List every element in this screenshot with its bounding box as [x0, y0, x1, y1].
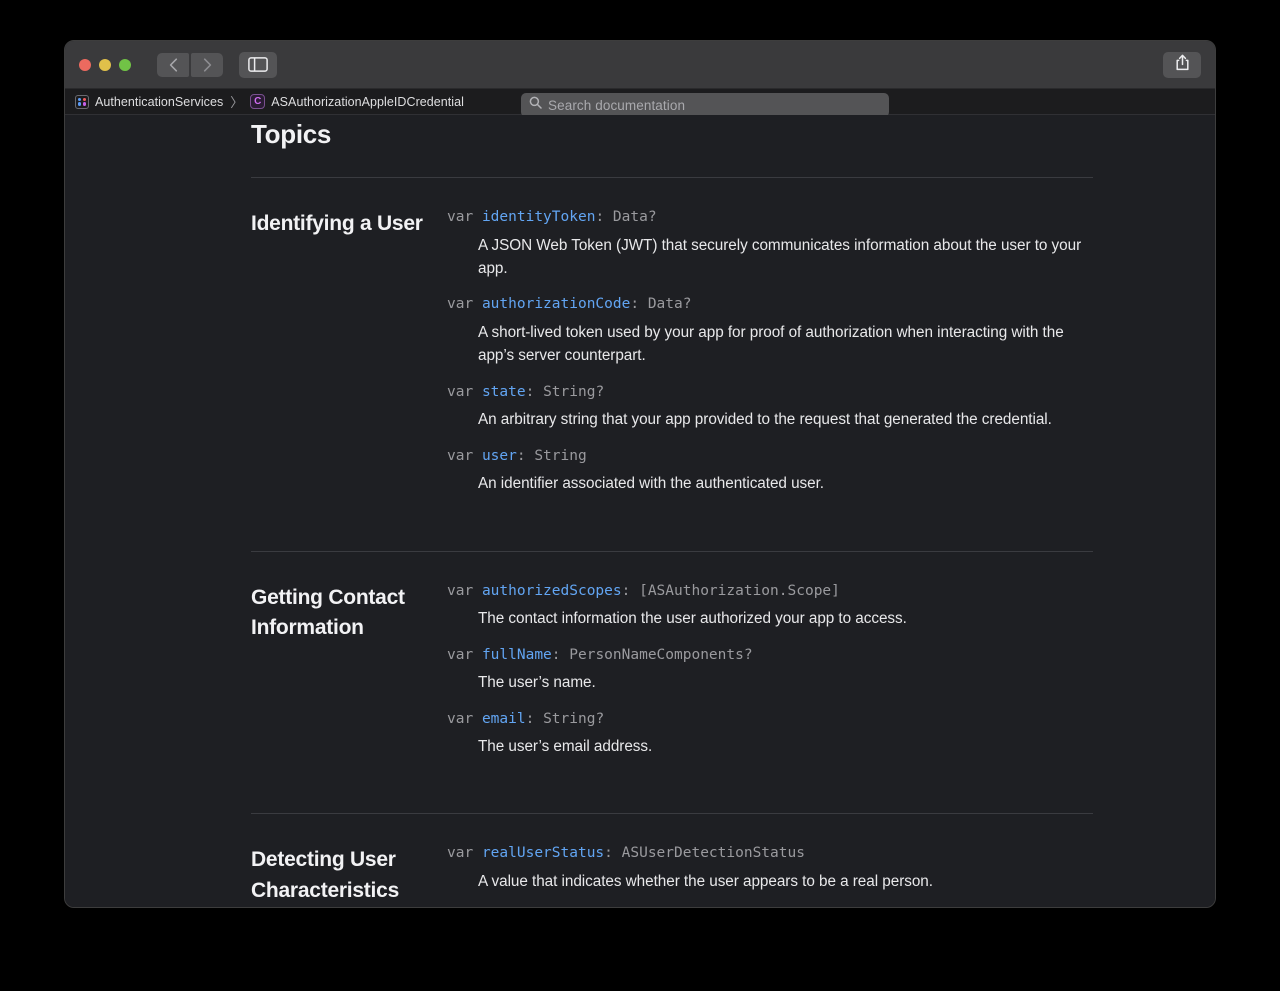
search-placeholder-text: Search documentation: [548, 97, 686, 113]
symbol-declaration-link[interactable]: var authorizationCode: Data?: [447, 295, 1093, 315]
share-icon: [1175, 54, 1190, 76]
declaration-colon: :: [595, 209, 605, 225]
declaration-keyword: var: [447, 582, 474, 599]
search-documentation-field[interactable]: Search documentation: [521, 93, 889, 117]
declaration-symbol-name: authorizedScopes: [481, 582, 622, 599]
declaration-keyword: var: [447, 383, 474, 400]
framework-icon: [75, 94, 89, 109]
symbol-declaration-link[interactable]: var authorizedScopes: [ASAuthorization.S…: [447, 582, 1093, 602]
symbol-entry: var identityToken: Data? A JSON Web Token…: [447, 208, 1093, 280]
minimize-window-button[interactable]: [99, 58, 111, 71]
topic-section-items: var realUserStatus: ASUserDetectionStatu…: [447, 844, 1093, 907]
sidebar-icon: [248, 57, 268, 72]
symbol-abstract: A JSON Web Token (JWT) that securely com…: [478, 236, 1082, 277]
topic-section-heading: Getting Contact Information: [251, 585, 405, 640]
declaration-symbol-name: email: [481, 710, 526, 727]
declaration-type: Data?: [612, 209, 657, 225]
declaration-type: Data?: [647, 296, 692, 313]
declaration-colon: :: [630, 296, 640, 313]
window-toolbar: Search documentation: [65, 41, 1215, 117]
breadcrumb-item-framework[interactable]: AuthenticationServices: [75, 94, 224, 109]
declaration-colon: :: [621, 582, 631, 599]
symbol-abstract: A short-lived token used by your app for…: [478, 323, 1064, 365]
declaration-keyword: var: [447, 447, 474, 464]
chevron-left-icon: [169, 57, 178, 72]
forward-button[interactable]: [191, 52, 223, 77]
symbol-entry: var state: String? An arbitrary string th…: [447, 383, 1093, 432]
share-button[interactable]: [1163, 52, 1201, 78]
topic-section-heading: Identifying a User: [251, 212, 423, 235]
symbol-abstract: The user’s email address.: [478, 738, 653, 756]
breadcrumb-label-class: ASAuthorizationAppleIDCredential: [271, 94, 464, 109]
declaration-keyword: var: [447, 646, 474, 663]
topic-section: Identifying a User var identityToken: Dat…: [251, 178, 1093, 524]
declaration-colon: :: [525, 383, 535, 400]
traffic-lights: [79, 58, 131, 71]
declaration-keyword: var: [447, 296, 474, 313]
breadcrumb-item-class[interactable]: C ASAuthorizationAppleIDCredential: [250, 94, 464, 109]
declaration-colon: :: [516, 447, 526, 464]
declaration-symbol-name: user: [481, 447, 517, 464]
declaration-colon: :: [551, 646, 561, 663]
declaration-type: PersonNameComponents?: [569, 646, 753, 663]
symbol-entry: var authorizationCode: Data? A short-live…: [447, 295, 1093, 367]
symbol-entry: var user: String An identifier associated…: [447, 447, 1093, 496]
documentation-content[interactable]: Topics Identifying a User var identityTok…: [65, 115, 1215, 907]
topic-section-items: var identityToken: Data? A JSON Web Token…: [447, 208, 1093, 496]
navigation-button-group: [157, 51, 277, 78]
symbol-entry: var fullName: PersonNameComponents? The u…: [447, 646, 1093, 695]
symbol-declaration-link[interactable]: var state: String?: [447, 383, 1093, 403]
search-icon: [529, 96, 542, 114]
symbol-declaration-link[interactable]: var user: String: [447, 447, 1093, 467]
toggle-sidebar-button[interactable]: [239, 51, 277, 78]
declaration-symbol-name: realUserStatus: [481, 845, 605, 862]
close-window-button[interactable]: [79, 58, 91, 71]
declaration-type: ASUserDetectionStatus: [621, 845, 805, 862]
symbol-declaration-link[interactable]: var identityToken: Data?: [447, 208, 1093, 228]
declaration-keyword: var: [447, 209, 474, 225]
declaration-symbol-name: fullName: [481, 646, 552, 663]
symbol-declaration-link[interactable]: var fullName: PersonNameComponents?: [447, 646, 1093, 666]
symbol-abstract: The contact information the user authori…: [478, 610, 907, 628]
declaration-keyword: var: [447, 710, 474, 727]
declaration-colon: :: [604, 845, 613, 862]
topic-section: Detecting User Characteristics var realUs…: [251, 814, 1093, 907]
symbol-entry: var email: String? The user’s email addre…: [447, 710, 1093, 759]
declaration-type: String: [534, 447, 587, 464]
declaration-symbol-name: authorizationCode: [481, 296, 631, 313]
topics-sections: Identifying a User var identityToken: Dat…: [251, 178, 1093, 907]
breadcrumb-separator-icon: 〉: [230, 95, 244, 110]
symbol-declaration-link[interactable]: var realUserStatus: ASUserDetectionStatu…: [447, 844, 1093, 864]
class-badge-icon: C: [250, 94, 266, 109]
breadcrumb-label-framework: AuthenticationServices: [95, 94, 224, 109]
symbol-abstract: An arbitrary string that your app provid…: [478, 411, 1052, 429]
symbol-abstract: A value that indicates whether the user …: [478, 873, 933, 891]
symbol-entry: var realUserStatus: ASUserDetectionStatu…: [447, 844, 1093, 893]
zoom-window-button[interactable]: [119, 58, 131, 71]
symbol-entry: var authorizedScopes: [ASAuthorization.S…: [447, 582, 1093, 631]
declaration-symbol-name: identityToken: [481, 209, 596, 225]
symbol-declaration-link[interactable]: var email: String?: [447, 710, 1093, 730]
symbol-abstract: The user’s name.: [478, 674, 596, 692]
declaration-type: String?: [543, 383, 605, 400]
topics-heading: Topics: [251, 119, 332, 149]
declaration-colon: :: [525, 710, 535, 727]
topic-section-heading: Detecting User Characteristics: [251, 848, 399, 902]
declaration-type: String?: [543, 710, 605, 727]
symbol-abstract: An identifier associated with the authen…: [478, 475, 824, 493]
back-button[interactable]: [157, 52, 189, 77]
declaration-keyword: var: [447, 845, 474, 862]
chevron-right-icon: [203, 57, 212, 72]
declaration-type: [ASAuthorization.Scope]: [639, 582, 840, 599]
topic-section-items: var authorizedScopes: [ASAuthorization.S…: [447, 582, 1093, 759]
declaration-symbol-name: state: [481, 383, 526, 400]
documentation-window: Search documentation AuthenticationServi…: [64, 40, 1216, 908]
topic-section: Getting Contact Information var authorize…: [251, 552, 1093, 787]
